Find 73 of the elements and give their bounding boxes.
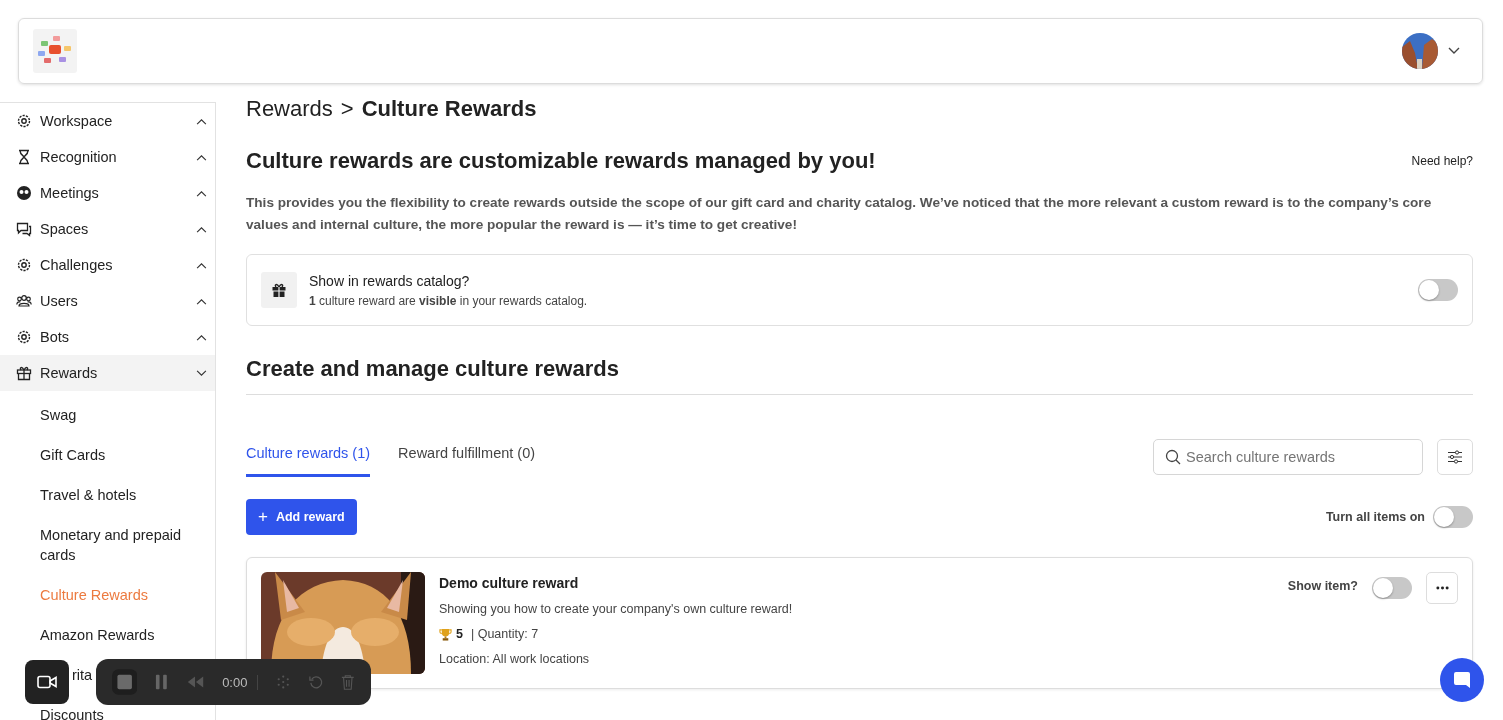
- video-camera-icon: [37, 675, 57, 689]
- add-reward-button[interactable]: + Add reward: [246, 499, 357, 535]
- chevron-up-icon: [196, 297, 207, 305]
- catalog-toggle[interactable]: [1418, 279, 1458, 301]
- chevron-up-icon: [196, 117, 207, 125]
- page-title: Culture Rewards: [361, 96, 537, 122]
- rewind-icon[interactable]: [186, 676, 205, 688]
- pause-icon[interactable]: [155, 674, 168, 690]
- avatar-picture-icon[interactable]: [1402, 33, 1438, 69]
- chat-bubble-icon: [1453, 671, 1471, 689]
- gift-icon: [16, 365, 32, 381]
- chevron-up-icon: [196, 225, 207, 233]
- sidebar-item[interactable]: Rewards: [0, 355, 215, 391]
- sliders-icon: [1447, 450, 1463, 464]
- show-item-toggle[interactable]: [1372, 577, 1412, 599]
- reward-title: Demo culture reward: [439, 575, 580, 591]
- breadcrumb-link[interactable]: Rewards: [246, 96, 333, 122]
- sidebar-item[interactable]: Meetings: [0, 175, 215, 211]
- faces-icon: [16, 185, 32, 201]
- reward-quantity: | Quantity: 7: [470, 627, 539, 641]
- ellipsis-icon: [1435, 586, 1449, 590]
- sidebar-item[interactable]: Recognition: [0, 139, 215, 175]
- reward-description: Showing you how to create your company's own culture reward!: [439, 602, 794, 616]
- chevron-down-icon: [196, 369, 207, 377]
- sidebar-subitem[interactable]: rita: [72, 665, 93, 685]
- chevron-up-icon: [196, 153, 207, 161]
- intro-heading: Culture rewards are customizable rewards managed by you!: [246, 148, 876, 174]
- reward-points: 5: [456, 627, 463, 641]
- chevron-down-icon[interactable]: [1448, 47, 1460, 55]
- trash-icon[interactable]: [341, 673, 355, 691]
- chat-button[interactable]: [1440, 658, 1484, 702]
- turn-all-label: Turn all items on: [1325, 510, 1425, 524]
- reward-location: Location: All work locations: [439, 652, 591, 666]
- search-icon: [1165, 449, 1181, 465]
- tab[interactable]: Culture rewards (1): [246, 437, 371, 477]
- chat-bubbles-icon: [16, 221, 32, 237]
- help-link[interactable]: Need help?: [1411, 154, 1473, 168]
- gear-icon: [16, 329, 32, 345]
- gear-icon: [16, 257, 32, 273]
- camera-button[interactable]: [25, 660, 69, 704]
- turn-all-toggle[interactable]: [1433, 506, 1473, 528]
- dots-grid-icon[interactable]: [276, 674, 291, 690]
- sidebar-subitem[interactable]: Swag: [40, 405, 77, 425]
- gear-icon: [16, 113, 32, 129]
- sidebar-subitem[interactable]: Amazon Rewards: [40, 625, 155, 645]
- filter-button[interactable]: [1437, 439, 1473, 475]
- breadcrumb-separator: >: [340, 96, 354, 122]
- stop-icon[interactable]: [112, 668, 138, 696]
- catalog-description: 1 culture reward are visible in your rewards catalog.: [309, 293, 589, 308]
- sidebar-subitem[interactable]: Travel & hotels: [40, 485, 137, 505]
- people-icon: [16, 293, 32, 309]
- sidebar-subitem[interactable]: Gift Cards: [40, 445, 106, 465]
- restart-icon[interactable]: [308, 674, 324, 690]
- sidebar-item[interactable]: Users: [0, 283, 215, 319]
- catalog-title: Show in rewards catalog?: [309, 272, 471, 289]
- recording-time: 0:00: [222, 674, 259, 690]
- sidebar-item[interactable]: Workspace: [0, 103, 215, 139]
- sidebar-item[interactable]: Spaces: [0, 211, 215, 247]
- chevron-up-icon: [196, 333, 207, 341]
- search-field[interactable]: Search culture rewards: [1153, 439, 1423, 475]
- tab[interactable]: Reward fulfillment (0): [398, 437, 536, 477]
- section-heading: Create and manage culture rewards: [246, 356, 1473, 395]
- sidebar-subitem[interactable]: Discounts: [40, 705, 104, 720]
- sidebar-item[interactable]: Challenges: [0, 247, 215, 283]
- sidebar-subitem[interactable]: Monetary and prepaid cards: [40, 525, 200, 565]
- gift-icon: [261, 272, 297, 308]
- chevron-up-icon: [196, 189, 207, 197]
- intro-description: This provides you the flexibility to create rewards outside the scope of our gift card and charity catalog. We’ve noticed that the more relevant a custom reward is to the company’s core values and internal culture, the more popular the reward is — it’s time to get creative!: [246, 194, 1433, 234]
- sidebar-item[interactable]: Bots: [0, 319, 215, 355]
- logo-icon[interactable]: [33, 29, 77, 73]
- chevron-up-icon: [196, 261, 207, 269]
- more-options-button[interactable]: [1426, 572, 1458, 604]
- show-item-label: Show item?: [1287, 579, 1358, 593]
